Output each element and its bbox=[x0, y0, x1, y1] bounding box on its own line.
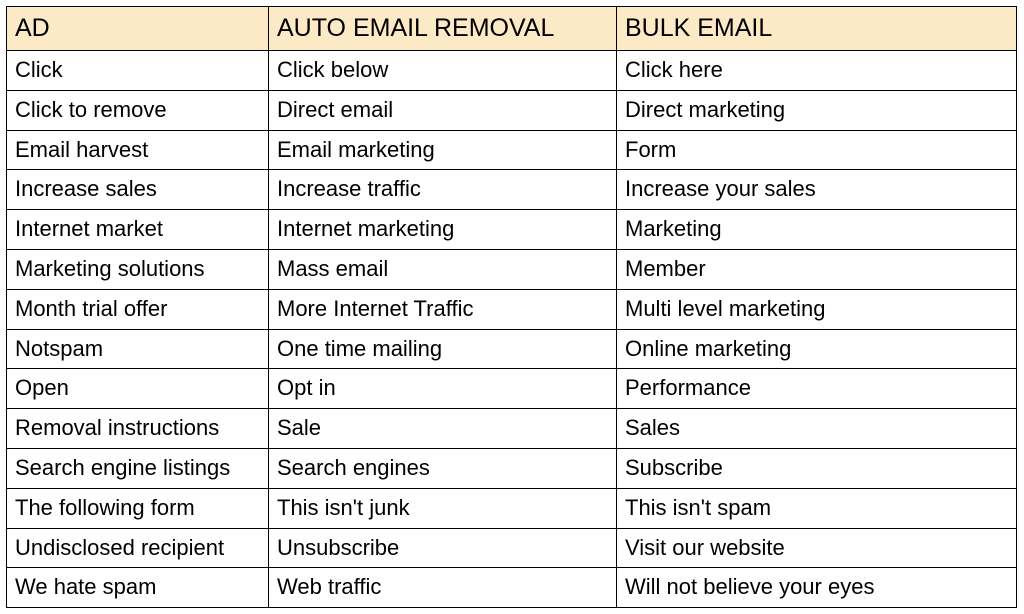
cell: Undisclosed recipient bbox=[7, 528, 269, 568]
cell: Internet marketing bbox=[269, 210, 617, 250]
table-row: Search engine listings Search engines Su… bbox=[7, 448, 1017, 488]
cell: Email marketing bbox=[269, 130, 617, 170]
cell: Search engines bbox=[269, 448, 617, 488]
table-row: Open Opt in Performance bbox=[7, 369, 1017, 409]
cell: Performance bbox=[617, 369, 1017, 409]
cell: Opt in bbox=[269, 369, 617, 409]
cell: One time mailing bbox=[269, 329, 617, 369]
spam-words-table: AD AUTO EMAIL REMOVAL BULK EMAIL Click C… bbox=[6, 6, 1017, 608]
cell: Month trial offer bbox=[7, 289, 269, 329]
cell: Sales bbox=[617, 409, 1017, 449]
cell: Click to remove bbox=[7, 90, 269, 130]
cell: This isn't junk bbox=[269, 488, 617, 528]
cell: Multi level marketing bbox=[617, 289, 1017, 329]
cell: Will not believe your eyes bbox=[617, 568, 1017, 608]
cell: Click below bbox=[269, 51, 617, 91]
cell: More Internet Traffic bbox=[269, 289, 617, 329]
cell: Increase sales bbox=[7, 170, 269, 210]
cell: We hate spam bbox=[7, 568, 269, 608]
cell: Member bbox=[617, 249, 1017, 289]
cell: Direct marketing bbox=[617, 90, 1017, 130]
cell: Marketing solutions bbox=[7, 249, 269, 289]
cell: Increase your sales bbox=[617, 170, 1017, 210]
cell: Visit our website bbox=[617, 528, 1017, 568]
table-row: Increase sales Increase traffic Increase… bbox=[7, 170, 1017, 210]
cell: The following form bbox=[7, 488, 269, 528]
cell: This isn't spam bbox=[617, 488, 1017, 528]
col-header-bulk-email: BULK EMAIL bbox=[617, 7, 1017, 51]
table-row: Email harvest Email marketing Form bbox=[7, 130, 1017, 170]
col-header-ad: AD bbox=[7, 7, 269, 51]
table-row: Removal instructions Sale Sales bbox=[7, 409, 1017, 449]
cell: Form bbox=[617, 130, 1017, 170]
cell: Subscribe bbox=[617, 448, 1017, 488]
col-header-auto-email-removal: AUTO EMAIL REMOVAL bbox=[269, 7, 617, 51]
cell: Marketing bbox=[617, 210, 1017, 250]
table-row: The following form This isn't junk This … bbox=[7, 488, 1017, 528]
cell: Open bbox=[7, 369, 269, 409]
cell: Notspam bbox=[7, 329, 269, 369]
cell: Removal instructions bbox=[7, 409, 269, 449]
cell: Direct email bbox=[269, 90, 617, 130]
table-body: Click Click below Click here Click to re… bbox=[7, 51, 1017, 608]
cell: Click bbox=[7, 51, 269, 91]
table-row: Undisclosed recipient Unsubscribe Visit … bbox=[7, 528, 1017, 568]
table-row: Marketing solutions Mass email Member bbox=[7, 249, 1017, 289]
cell: Web traffic bbox=[269, 568, 617, 608]
table-row: Click Click below Click here bbox=[7, 51, 1017, 91]
table-row: Internet market Internet marketing Marke… bbox=[7, 210, 1017, 250]
cell: Mass email bbox=[269, 249, 617, 289]
table-row: We hate spam Web traffic Will not believ… bbox=[7, 568, 1017, 608]
cell: Online marketing bbox=[617, 329, 1017, 369]
cell: Sale bbox=[269, 409, 617, 449]
table-header-row: AD AUTO EMAIL REMOVAL BULK EMAIL bbox=[7, 7, 1017, 51]
table-row: Click to remove Direct email Direct mark… bbox=[7, 90, 1017, 130]
cell: Search engine listings bbox=[7, 448, 269, 488]
cell: Email harvest bbox=[7, 130, 269, 170]
cell: Unsubscribe bbox=[269, 528, 617, 568]
table-row: Notspam One time mailing Online marketin… bbox=[7, 329, 1017, 369]
cell: Internet market bbox=[7, 210, 269, 250]
cell: Click here bbox=[617, 51, 1017, 91]
table-row: Month trial offer More Internet Traffic … bbox=[7, 289, 1017, 329]
cell: Increase traffic bbox=[269, 170, 617, 210]
